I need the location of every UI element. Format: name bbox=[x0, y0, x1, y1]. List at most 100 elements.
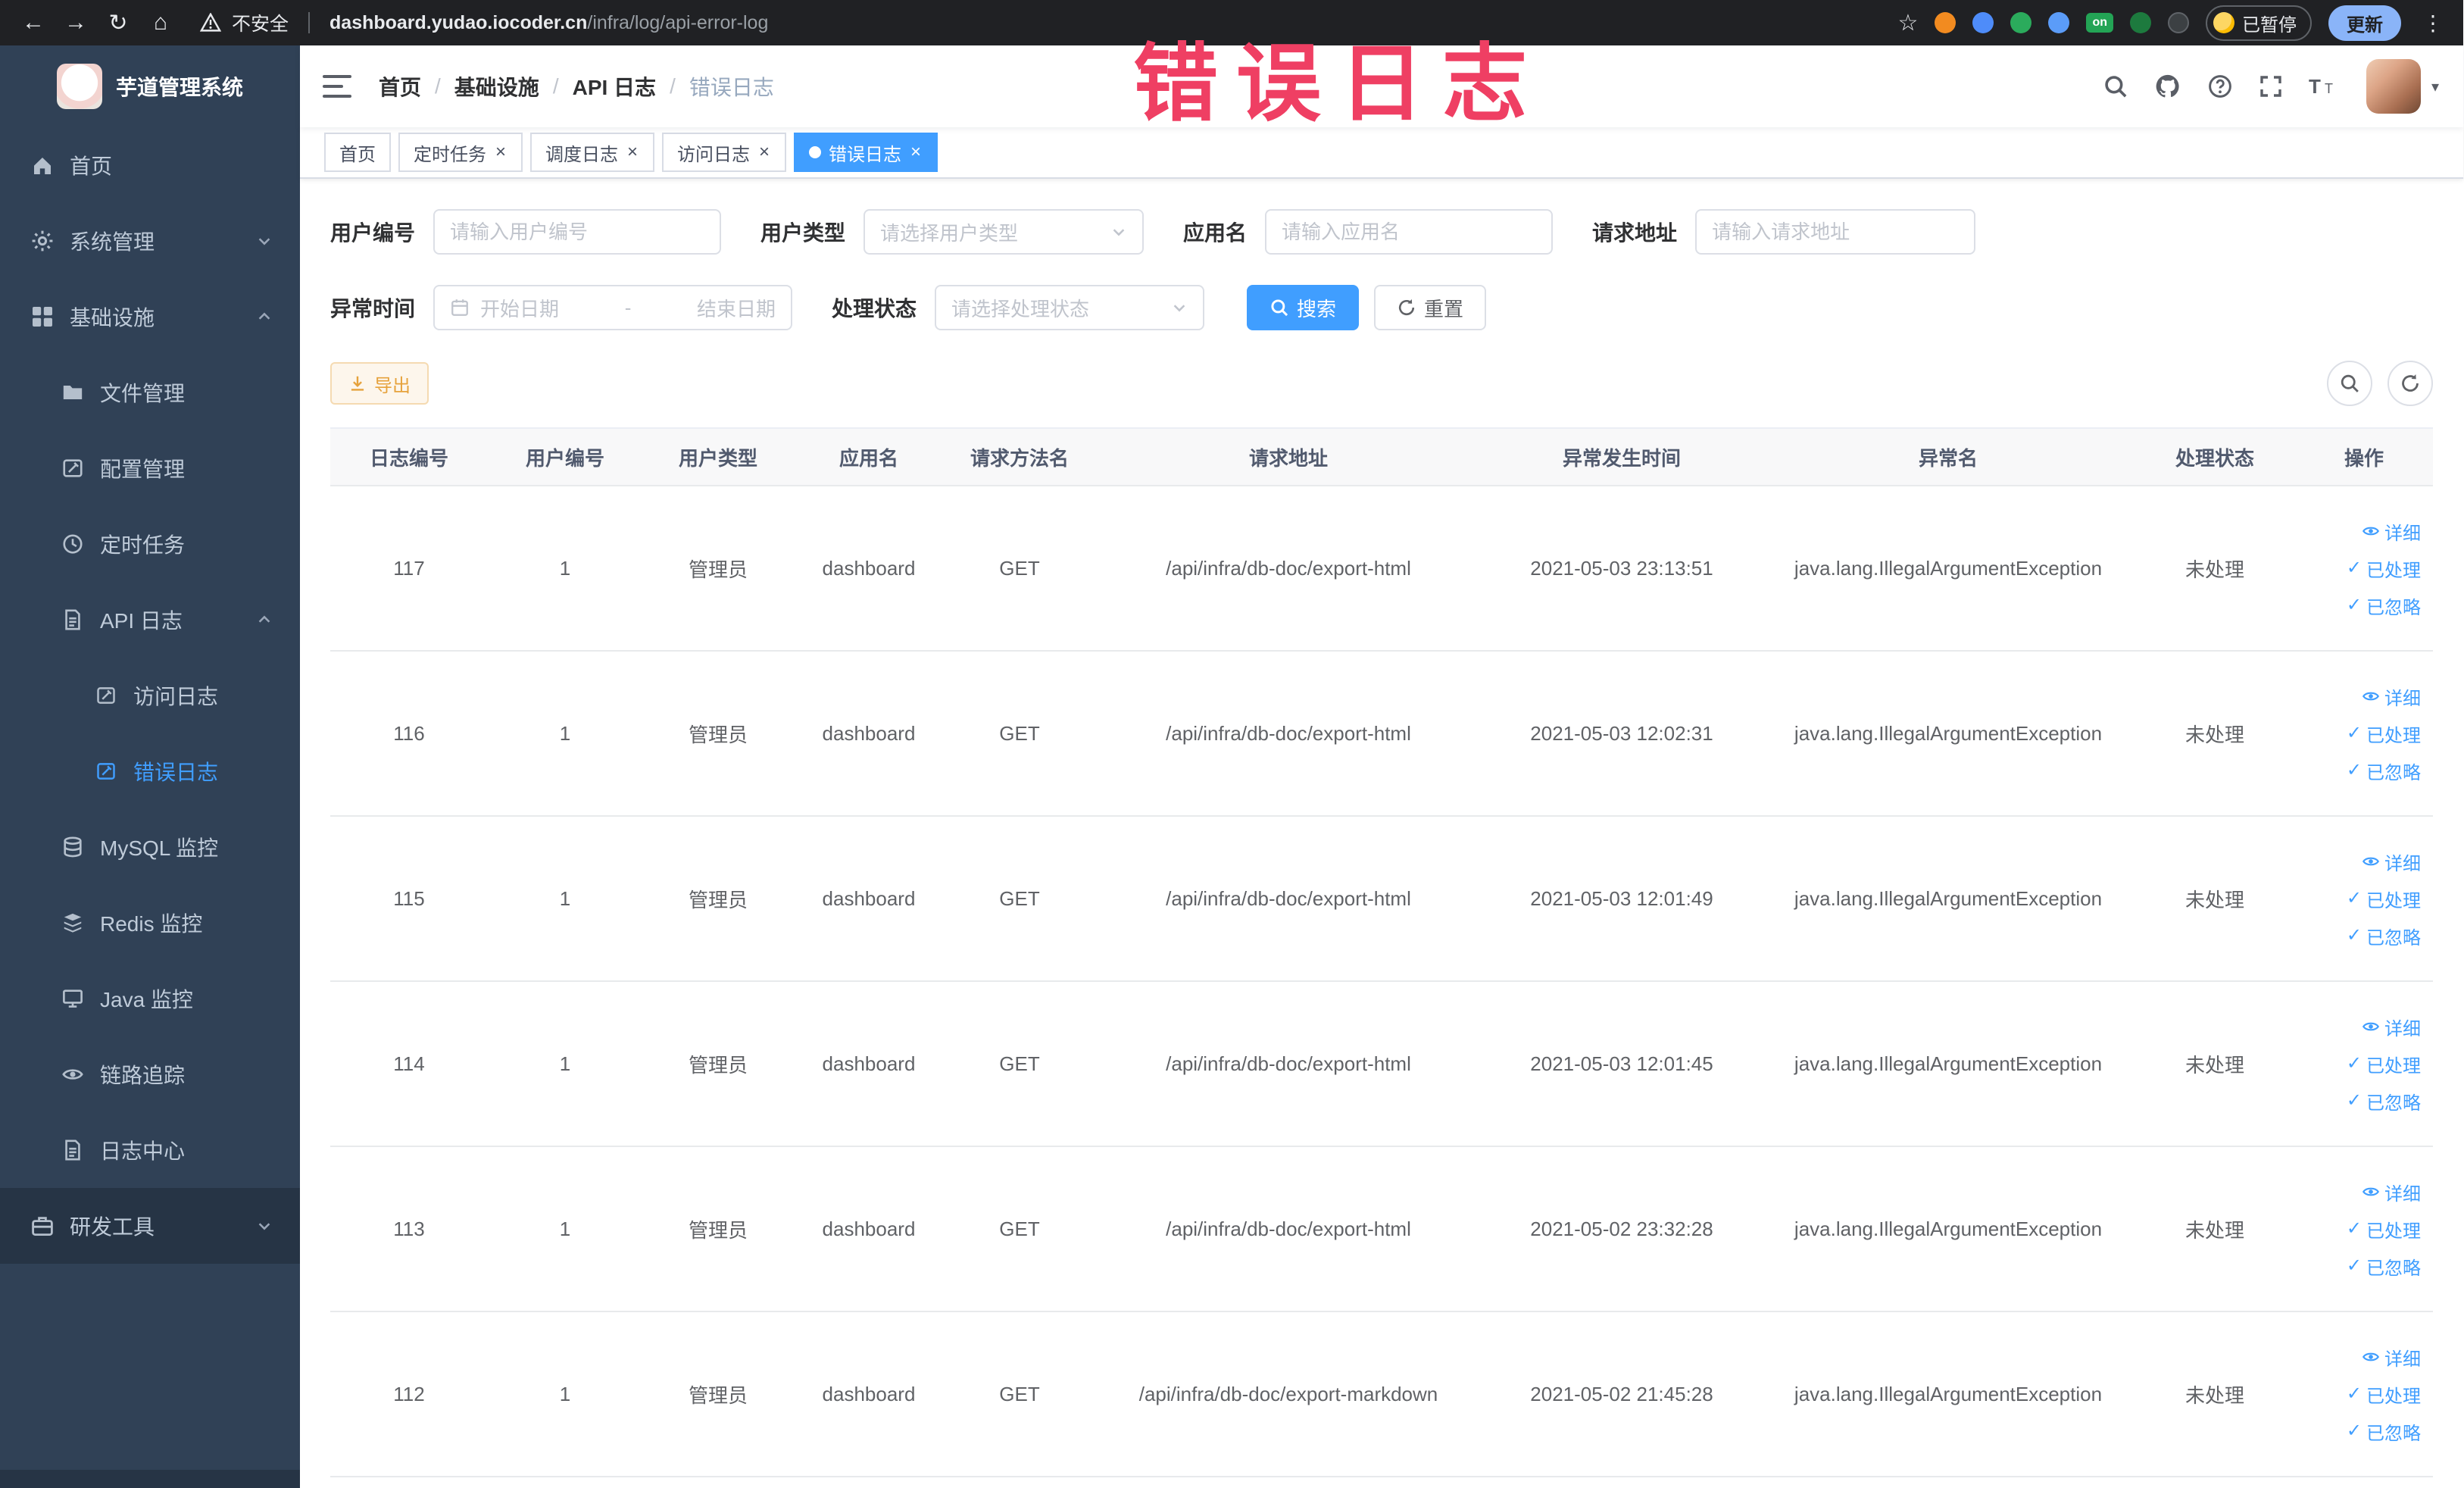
refresh-button[interactable] bbox=[2387, 361, 2433, 406]
breadcrumb-infrastructure[interactable]: 基础设施 bbox=[454, 71, 539, 102]
col-actions: 操作 bbox=[2295, 428, 2433, 486]
extension-icon-blue-grid[interactable] bbox=[2048, 12, 2070, 33]
fullscreen-icon[interactable] bbox=[2259, 74, 2283, 98]
sidebar-item-java-monitor[interactable]: Java 监控 bbox=[0, 961, 300, 1036]
close-tab-icon[interactable]: × bbox=[494, 142, 507, 163]
sidebar-item-home[interactable]: 首页 bbox=[0, 127, 300, 203]
eye-icon bbox=[2362, 1187, 2380, 1196]
table-row: 116 1 管理员 dashboard GET /api/infra/db-do… bbox=[330, 651, 2433, 817]
breadcrumb-api-logs[interactable]: API 日志 bbox=[573, 71, 656, 102]
sidebar-item-mysql-monitor[interactable]: MySQL 监控 bbox=[0, 809, 300, 885]
sidebar-item-file-management[interactable]: 文件管理 bbox=[0, 355, 300, 430]
browser-menu-icon[interactable]: ⋮ bbox=[2418, 11, 2448, 36]
ignored-link[interactable]: ✓ 已忽略 bbox=[2347, 1418, 2421, 1445]
extension-icon-plug[interactable] bbox=[2168, 12, 2189, 33]
hamburger-icon[interactable] bbox=[323, 75, 351, 98]
extension-icon-orange[interactable] bbox=[1935, 12, 1957, 33]
process-status-label: 处理状态 bbox=[832, 297, 917, 320]
sidebar-menu: 首页 系统管理 基础设施 文件管理 配置管理 定时任务 API 日志 访问日志 … bbox=[0, 127, 300, 1470]
ignored-link[interactable]: ✓ 已忽略 bbox=[2347, 592, 2421, 619]
chevron-down-icon bbox=[256, 1218, 273, 1234]
tab-scheduled-tasks[interactable]: 定时任务 × bbox=[398, 133, 523, 172]
date-range-input[interactable]: 开始日期 - 结束日期 bbox=[433, 285, 793, 330]
breadcrumb-home[interactable]: 首页 bbox=[379, 71, 421, 102]
search-icon bbox=[2341, 374, 2359, 392]
bookmark-star-icon[interactable]: ☆ bbox=[1898, 10, 1919, 36]
check-icon: ✓ bbox=[2346, 1218, 2362, 1239]
user-type-select[interactable]: 请选择用户类型 bbox=[863, 209, 1145, 255]
sidebar-item-access-log[interactable]: 访问日志 bbox=[0, 658, 300, 733]
back-icon[interactable]: ← bbox=[15, 5, 52, 41]
tab-access-log[interactable]: 访问日志 × bbox=[662, 133, 787, 172]
export-button[interactable]: 导出 bbox=[330, 362, 429, 405]
app-name-input[interactable] bbox=[1265, 209, 1554, 255]
eye-icon bbox=[2362, 527, 2380, 536]
chevron-down-icon bbox=[256, 233, 273, 249]
processed-link[interactable]: ✓ 已处理 bbox=[2347, 555, 2421, 582]
github-icon[interactable] bbox=[2154, 73, 2181, 100]
request-url-input[interactable] bbox=[1695, 209, 1976, 255]
extension-on-badge[interactable]: on bbox=[2086, 13, 2113, 33]
col-time: 异常发生时间 bbox=[1482, 428, 1762, 486]
detail-link[interactable]: 详细 bbox=[2362, 1014, 2421, 1040]
sidebar-item-log-center[interactable]: 日志中心 bbox=[0, 1112, 300, 1188]
update-button[interactable]: 更新 bbox=[2328, 5, 2401, 41]
sidebar-item-trace[interactable]: 链路追踪 bbox=[0, 1036, 300, 1112]
detail-link[interactable]: 详细 bbox=[2362, 518, 2421, 545]
user-menu[interactable]: ▾ bbox=[2366, 59, 2439, 114]
ignored-link[interactable]: ✓ 已忽略 bbox=[2347, 1088, 2421, 1114]
tab-home[interactable]: 首页 bbox=[324, 133, 391, 172]
tab-dispatch-log[interactable]: 调度日志 × bbox=[530, 133, 655, 172]
processed-link[interactable]: ✓ 已处理 bbox=[2347, 886, 2421, 912]
toggle-search-button[interactable] bbox=[2327, 361, 2372, 406]
app-logo[interactable]: 芋道管理系统 bbox=[0, 45, 300, 127]
user-id-input[interactable] bbox=[433, 209, 722, 255]
tags-view: 首页 定时任务 × 调度日志 × 访问日志 × 错误日志 × bbox=[300, 127, 2463, 179]
col-app-name: 应用名 bbox=[794, 428, 944, 486]
sidebar-item-dev-tools[interactable]: 研发工具 bbox=[0, 1188, 300, 1264]
detail-link[interactable]: 详细 bbox=[2362, 683, 2421, 710]
tab-error-log[interactable]: 错误日志 × bbox=[794, 133, 938, 172]
processed-link[interactable]: ✓ 已处理 bbox=[2347, 1051, 2421, 1077]
sidebar-item-system-management[interactable]: 系统管理 bbox=[0, 203, 300, 279]
ignored-link[interactable]: ✓ 已忽略 bbox=[2347, 758, 2421, 784]
address-bar[interactable]: 不安全 dashboard.yudao.iocoder.cn/infra/log… bbox=[200, 9, 768, 36]
reload-icon[interactable]: ↻ bbox=[100, 5, 136, 41]
extension-icon-leaf[interactable] bbox=[2130, 12, 2151, 33]
processed-link[interactable]: ✓ 已处理 bbox=[2347, 721, 2421, 747]
close-tab-icon[interactable]: × bbox=[757, 142, 771, 163]
sidebar-item-infrastructure[interactable]: 基础设施 bbox=[0, 279, 300, 355]
help-icon[interactable] bbox=[2207, 73, 2233, 99]
sidebar-item-api-logs[interactable]: API 日志 bbox=[0, 582, 300, 658]
extension-icon-blue-drop[interactable] bbox=[1972, 12, 1994, 33]
sidebar-item-config-management[interactable]: 配置管理 bbox=[0, 430, 300, 506]
detail-link[interactable]: 详细 bbox=[2362, 1344, 2421, 1371]
detail-link[interactable]: 详细 bbox=[2362, 849, 2421, 875]
url-text: dashboard.yudao.iocoder.cn/infra/log/api… bbox=[329, 11, 769, 33]
search-button[interactable]: 搜索 bbox=[1247, 285, 1360, 330]
search-icon[interactable] bbox=[2103, 73, 2128, 99]
detail-link[interactable]: 详细 bbox=[2362, 1179, 2421, 1205]
check-icon: ✓ bbox=[2346, 595, 2362, 615]
sidebar-item-error-log[interactable]: 错误日志 bbox=[0, 733, 300, 809]
process-status-select[interactable]: 请选择处理状态 bbox=[935, 285, 1205, 330]
forward-icon[interactable]: → bbox=[58, 5, 94, 41]
ignored-link[interactable]: ✓ 已忽略 bbox=[2347, 1253, 2421, 1280]
sidebar-item-redis-monitor[interactable]: Redis 监控 bbox=[0, 885, 300, 961]
extension-icon-green[interactable] bbox=[2010, 12, 2032, 33]
paused-badge[interactable]: 已暂停 bbox=[2206, 5, 2312, 41]
toolbox-icon bbox=[30, 1214, 55, 1238]
close-tab-icon[interactable]: × bbox=[909, 142, 923, 163]
reset-button[interactable]: 重置 bbox=[1374, 285, 1487, 330]
ignored-link[interactable]: ✓ 已忽略 bbox=[2347, 923, 2421, 949]
processed-link[interactable]: ✓ 已处理 bbox=[2347, 1216, 2421, 1243]
font-size-icon[interactable]: TT bbox=[2309, 74, 2338, 98]
browser-home-icon[interactable]: ⌂ bbox=[142, 5, 179, 41]
file-text-icon bbox=[61, 1138, 85, 1162]
table-header-row: 日志编号 用户编号 用户类型 应用名 请求方法名 请求地址 异常发生时间 异常名… bbox=[330, 428, 2433, 486]
logo-image bbox=[56, 64, 102, 109]
close-tab-icon[interactable]: × bbox=[626, 142, 639, 163]
sidebar-item-scheduled-tasks[interactable]: 定时任务 bbox=[0, 506, 300, 582]
processed-link[interactable]: ✓ 已处理 bbox=[2347, 1381, 2421, 1408]
check-icon: ✓ bbox=[2346, 925, 2362, 946]
